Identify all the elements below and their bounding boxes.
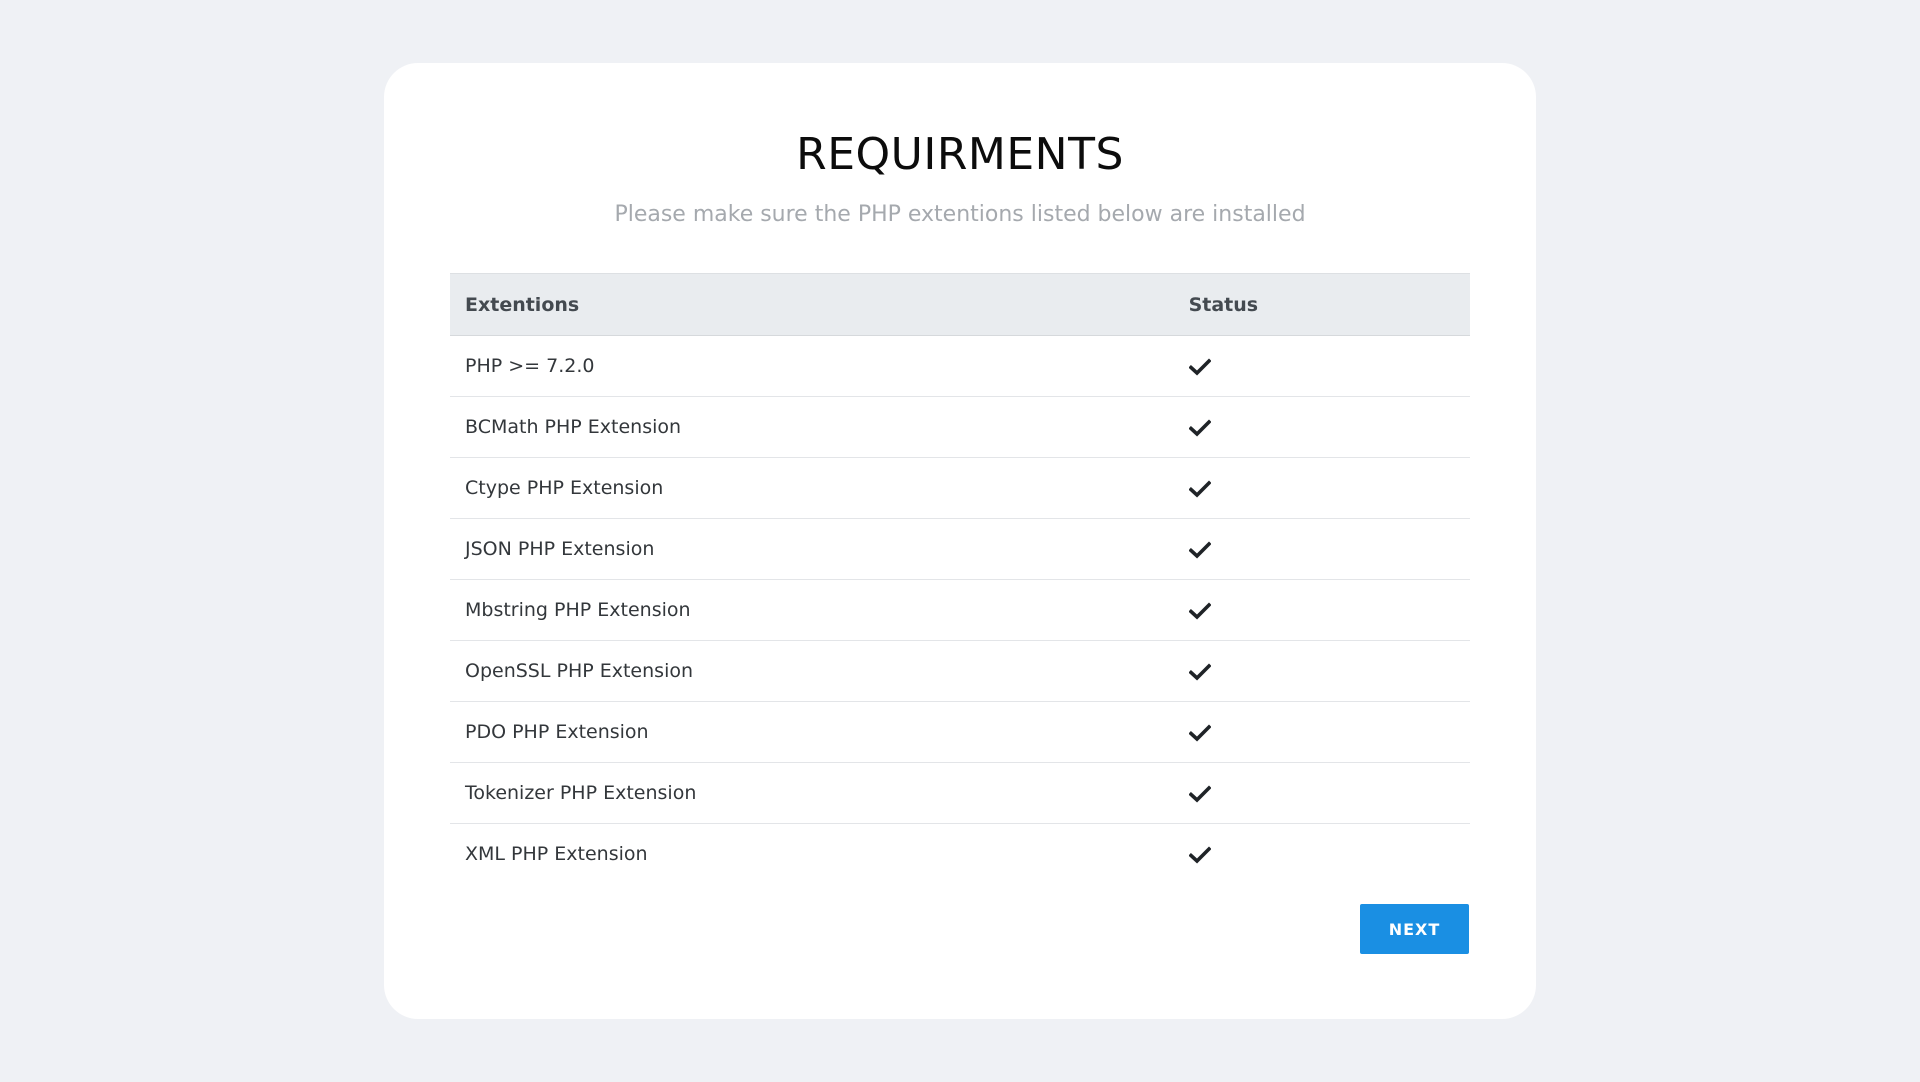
page-subtitle: Please make sure the PHP extentions list… <box>614 202 1306 227</box>
extension-status <box>1173 579 1470 641</box>
extension-name: PHP >= 7.2.0 <box>450 335 1174 397</box>
requirements-table: Extentions Status PHP >= 7.2.0 BCMath PH… <box>450 273 1470 884</box>
check-icon <box>1188 723 1211 741</box>
extension-status <box>1173 335 1470 397</box>
extension-status <box>1173 701 1470 763</box>
extension-name: Mbstring PHP Extension <box>450 579 1174 641</box>
table-header-row: Extentions Status <box>450 273 1470 336</box>
table-body: PHP >= 7.2.0 BCMath PHP Extension Ctype … <box>450 335 1470 885</box>
check-icon <box>1188 540 1211 558</box>
extension-name: Ctype PHP Extension <box>450 457 1174 519</box>
extension-name: Tokenizer PHP Extension <box>450 762 1174 824</box>
table-row: OpenSSL PHP Extension <box>450 640 1470 702</box>
table-row: Tokenizer PHP Extension <box>450 762 1470 824</box>
check-icon <box>1188 479 1211 497</box>
extension-status <box>1173 396 1470 458</box>
extension-name: JSON PHP Extension <box>450 518 1174 580</box>
check-icon <box>1188 357 1211 375</box>
check-icon <box>1188 662 1211 680</box>
check-icon <box>1188 845 1211 863</box>
extension-name: BCMath PHP Extension <box>450 396 1174 458</box>
table-row: PHP >= 7.2.0 <box>450 335 1470 397</box>
table-row: Ctype PHP Extension <box>450 457 1470 519</box>
extension-status <box>1173 762 1470 824</box>
column-header-extensions: Extentions <box>450 273 1174 336</box>
extension-status <box>1173 640 1470 702</box>
page-title: REQUIRMENTS <box>796 129 1124 180</box>
check-icon <box>1188 784 1211 802</box>
table-row: PDO PHP Extension <box>450 701 1470 763</box>
extension-status <box>1173 457 1470 519</box>
extension-status <box>1173 518 1470 580</box>
table-row: BCMath PHP Extension <box>450 396 1470 458</box>
table-row: JSON PHP Extension <box>450 518 1470 580</box>
check-icon <box>1188 418 1211 436</box>
requirements-card: REQUIRMENTS Please make sure the PHP ext… <box>384 63 1536 1019</box>
extension-name: OpenSSL PHP Extension <box>450 640 1174 702</box>
table-row: Mbstring PHP Extension <box>450 579 1470 641</box>
extension-status <box>1174 824 1470 885</box>
table-row: XML PHP Extension <box>450 824 1470 885</box>
extension-name: XML PHP Extension <box>465 843 648 865</box>
check-icon <box>1188 601 1211 619</box>
extension-name: PDO PHP Extension <box>450 701 1174 763</box>
column-header-status: Status <box>1173 273 1470 336</box>
next-button[interactable]: NEXT <box>1360 904 1469 954</box>
